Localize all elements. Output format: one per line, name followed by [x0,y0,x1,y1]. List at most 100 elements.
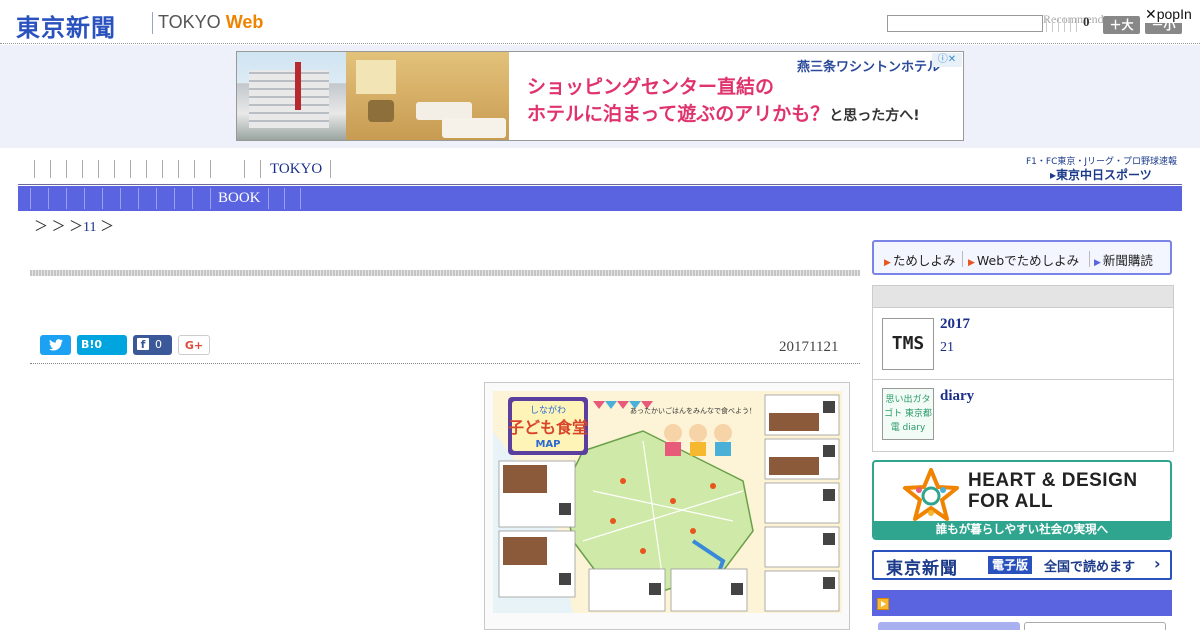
breadcrumb-separator: ＞ [51,220,66,235]
sidebar-tab-inactive[interactable] [1024,622,1166,630]
nav-divider [18,183,1182,185]
tab-subscribe[interactable]: ▶ 新聞購読 [1094,250,1153,269]
nav-item-8[interactable] [146,160,147,178]
ranking-item[interactable]: 思い出ガタゴト 東京都電 diary diary [873,380,1173,452]
e-paper-text: 全国で読めます [1044,560,1136,575]
heart-title: HEART & DESIGN FOR ALL [968,470,1138,512]
play-icon [877,598,889,610]
ranking-item-title[interactable]: diary [940,388,974,405]
breadcrumb-separator: ＞ [69,220,83,235]
site-logo-en[interactable]: TOKYO Web [158,12,263,33]
nav-item-1[interactable] [34,160,35,178]
nav-item-12[interactable] [210,160,211,178]
breadcrumb-separator: ＞ [99,220,114,235]
breadcrumb: ＞ ＞ ＞11 ＞ [34,216,114,236]
ranking-item-title[interactable]: 2017 [940,316,970,333]
tokyo-chunichi-sports-logo[interactable]: ▸東京中日スポーツ [1050,166,1152,183]
e-paper-logo: 東京新聞 [886,559,958,579]
category-tab[interactable] [174,188,175,209]
category-tab-book[interactable]: BOOK [218,186,261,211]
google-plus-share-button[interactable]: G+ [178,335,210,355]
ad-copy-line1: ショッピングセンター直結の [527,76,775,98]
category-tab[interactable] [156,188,157,209]
facebook-icon: f [137,338,149,351]
search-input[interactable] [887,15,1043,32]
category-tab[interactable] [210,188,211,209]
heart-design-banner[interactable]: HEART & DESIGN FOR ALL 誰もが暮らしやすい社会の実現へ [872,460,1172,540]
nav-item-5[interactable] [98,160,99,178]
sidebar-tab-active[interactable] [878,622,1020,630]
arrow-right-icon: ▶ [968,258,975,268]
arrow-right-icon: ▶ [1094,258,1101,268]
category-tab[interactable] [268,188,269,209]
article-header-rule [30,270,860,276]
twitter-share-button[interactable] [40,335,71,355]
site-header: 東京新聞 TOKYO Web Recommend 0 ＋大 －小 ✕popIn [0,0,1200,44]
logo-tokyo-text: TOKYO [158,12,221,32]
primary-nav: TOKYO [18,158,1018,182]
category-tab[interactable] [120,188,121,209]
ranking-item-subtitle[interactable]: 21 [940,340,954,356]
ad-copy-line2: ホテルに泊まって遊ぶのアリかも？と思った方へ! [527,103,920,125]
hotel-ad-banner[interactable]: 燕三条ワシントンホテル ショッピングセンター直結の ホテルに泊まって遊ぶのアリか… [236,51,964,141]
facebook-count: 0 [155,338,162,351]
nav-item-10[interactable] [178,160,179,178]
category-tab[interactable] [284,188,285,209]
category-tab[interactable] [84,188,85,209]
article-divider [30,363,860,364]
nav-item-tokyo[interactable]: TOKYO [270,160,332,178]
category-tab[interactable] [66,188,67,209]
map-title-sub: MAP [535,439,560,450]
logo-divider [152,12,153,34]
nav-item-3[interactable] [66,160,67,178]
article-image-frame: しながわ 子ども食堂 MAP あったかいごはんをみんなで食べよう！ [484,382,850,630]
tms-thumbnail: TMS [882,318,934,370]
diary-thumbnail: 思い出ガタゴト 東京都電 diary [882,388,934,440]
tab-divider [962,251,963,267]
tab-divider [1089,251,1090,267]
category-tab[interactable] [30,188,31,209]
category-tab[interactable] [138,188,139,209]
category-tab[interactable] [192,188,193,209]
chevron-right-icon: › [1154,554,1161,573]
nav-item-7[interactable] [130,160,131,178]
breadcrumb-link[interactable]: 11 [83,220,96,235]
tab-tameshiyomi[interactable]: ▶ ためしよみ [884,250,955,269]
map-banner-text: あったかいごはんをみんなで食べよう！ [630,406,756,415]
nav-item-4[interactable] [82,160,83,178]
ranking-header [873,286,1173,308]
font-large-button[interactable]: ＋大 [1103,16,1140,34]
heart-title-line1: HEART & DESIGN [968,470,1138,491]
nav-item-2[interactable] [50,160,51,178]
ad-copy: ショッピングセンター直結の ホテルに泊まって遊ぶのアリかも？と思った方へ! [527,74,957,130]
facebook-share-button[interactable]: f0 [133,335,172,355]
nav-item-11[interactable] [194,160,195,178]
nav-item-9[interactable] [162,160,163,178]
category-tab[interactable] [102,188,103,209]
nav-item-14[interactable] [260,160,261,178]
nav-item-13[interactable] [244,160,245,178]
ad-choices-icon[interactable]: ⓘ✕ [932,53,962,67]
hotel-room-image [346,52,509,140]
e-paper-banner[interactable]: 東京新聞 電子版 全国で読めます › [872,550,1172,580]
map-title-main: 子ども食堂 [508,418,588,437]
category-tab[interactable] [48,188,49,209]
nav-item-6[interactable] [114,160,115,178]
heart-star-logo-icon [903,468,959,521]
arrow-right-icon: ▶ [884,258,891,268]
tab-web-tameshiyomi[interactable]: ▶ Webでためしよみ [968,250,1079,269]
heart-strip-text: 誰もが暮らしやすい社会の実現へ [874,521,1170,538]
heart-title-line2: FOR ALL [968,491,1054,512]
font-size-value: 0 [1083,14,1090,29]
e-paper-badge: 電子版 [988,556,1033,574]
article-date: 20171121 [779,339,839,355]
hatena-bookmark-button[interactable]: B!0 [77,335,127,355]
kodomo-shokudo-map-image[interactable]: しながわ 子ども食堂 MAP あったかいごはんをみんなで食べよう！ [493,391,842,613]
breadcrumb-separator: ＞ [34,220,48,235]
ranking-item[interactable]: TMS 2017 21 [873,308,1173,380]
site-logo[interactable]: 東京新聞 [16,8,116,43]
category-tab[interactable] [300,188,301,209]
logo-web-text: Web [225,12,264,32]
popin-close-button[interactable]: ✕popIn [1144,6,1196,23]
ad-hotel-name: 燕三条ワシントンホテル [797,60,941,75]
